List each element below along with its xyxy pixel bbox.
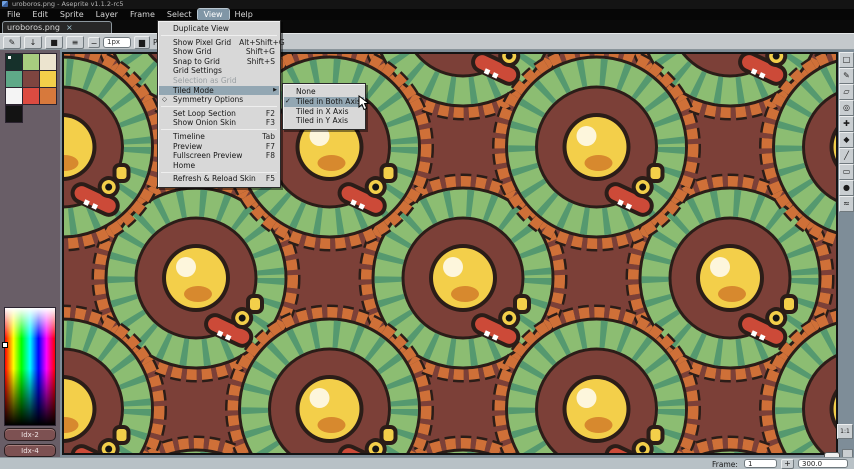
brush-stroke-button[interactable]: ↓ [24,36,42,49]
zoom-tool-icon[interactable]: ◎ [839,100,854,116]
submenu-item-tiled-x-axis[interactable]: Tiled in X Axis [284,107,364,117]
tab-label: uroboros.png [7,23,60,32]
menu-item-refresh-reload-skin[interactable]: Refresh & Reload SkinF5 [159,174,279,184]
submenu-item-tiled-y-axis[interactable]: Tiled in Y Axis [284,116,364,126]
menu-item-show-onion-skin[interactable]: Show Onion SkinF3 [159,118,279,128]
menu-item-show-grid[interactable]: Show GridShift+G [159,47,279,57]
frame-label: Frame: [712,460,738,469]
menu-item-tiled-mode[interactable]: Tiled Mode▶ [159,86,279,96]
palette-swatch[interactable] [6,54,22,70]
menu-view[interactable]: View [198,9,229,20]
rectangular-marquee-tool-icon[interactable]: □ [839,52,854,68]
menu-help[interactable]: Help [229,9,259,20]
menu-layer[interactable]: Layer [90,9,124,20]
move-tool-icon[interactable]: ✚ [839,116,854,132]
brush-size-minus-button[interactable]: − [88,37,100,48]
spectrum-marker[interactable] [3,343,7,347]
submenu-arrow-icon: ▶ [273,86,277,96]
menu-item-home[interactable]: Home [159,161,279,171]
pencil-tool-icon[interactable]: ✎ [839,68,854,84]
palette-swatch[interactable] [40,71,56,87]
frame-duration-input[interactable]: 300.0 [798,459,848,468]
jumble-tool-icon[interactable]: ≈ [839,196,854,212]
ink-stamp-button[interactable]: ▆ [134,36,150,49]
menu-edit[interactable]: Edit [26,9,54,20]
palette-swatch[interactable] [40,54,56,70]
symmetry-icon: ◇ [162,95,167,105]
contour-tool-icon[interactable]: ● [839,180,854,196]
submenu-item-tiled-both-axis[interactable]: ✓Tiled in Both Axis [284,97,364,107]
brush-lines-button[interactable]: ≡ [66,36,84,49]
background-color-button[interactable]: Idx-4 [4,444,56,457]
palette-swatch[interactable] [40,88,56,104]
eraser-tool-icon[interactable]: ▱ [839,84,854,100]
brush-square-button[interactable]: ■ [45,36,63,49]
palette-grid [6,54,56,104]
palette-swatch[interactable] [6,88,22,104]
selected-color-marker [8,56,11,59]
brush-pencil-button[interactable]: ✎ [3,36,21,49]
app-icon [2,1,8,7]
menu-item-fullscreen-preview[interactable]: Fullscreen PreviewF8 [159,151,279,161]
menu-separator [161,106,277,107]
menu-item-set-loop-section[interactable]: Set Loop SectionF2 [159,109,279,119]
color-spectrum-picker[interactable] [5,308,55,425]
menu-item-preview[interactable]: PreviewF7 [159,142,279,152]
left-panel: Idx-2 Idx-4 [0,50,60,457]
frame-number-input[interactable]: 1 [744,459,777,468]
menu-frame[interactable]: Frame [124,9,161,20]
menu-separator [161,129,277,130]
palette-swatch[interactable] [23,71,39,87]
menu-item-timeline[interactable]: TimelineTab [159,132,279,142]
mouse-cursor [358,95,371,115]
menu-item-selection-as-grid: Selection as Grid [159,76,279,86]
submenu-item-none[interactable]: None [284,87,364,97]
paint-bucket-tool-icon[interactable]: ◆ [839,132,854,148]
menu-item-show-pixel-grid[interactable]: Show Pixel GridAlt+Shift+G [159,38,279,48]
check-icon: ✓ [285,97,291,107]
menu-item-symmetry-options[interactable]: ◇Symmetry Options [159,95,279,105]
tab-bar: uroboros.png × [0,20,854,33]
tab-close-icon[interactable]: × [66,24,73,32]
palette-swatch[interactable] [6,71,22,87]
menu-sprite[interactable]: Sprite [54,9,90,20]
tab-uroboros[interactable]: uroboros.png × [2,21,112,33]
palette-swatch[interactable] [23,88,39,104]
add-frame-button[interactable]: + [781,459,794,469]
menu-select[interactable]: Select [161,9,198,20]
view-menu-dropdown: Duplicate View Show Pixel GridAlt+Shift+… [157,20,281,188]
palette-swatch[interactable] [23,54,39,70]
brush-size-input[interactable]: 1px [103,37,131,48]
rectangle-tool-icon[interactable]: ▭ [839,164,854,180]
status-bar: Frame: 1 + 300.0 [0,457,854,469]
menu-bar: File Edit Sprite Layer Frame Select View… [0,9,854,20]
title-bar: uroboros.png - Aseprite v1.1.2-rc5 [0,0,854,9]
foreground-color-button[interactable]: Idx-2 [4,428,56,441]
tiled-mode-submenu: None ✓Tiled in Both Axis Tiled in X Axis… [282,83,366,130]
menu-item-grid-settings[interactable]: Grid Settings [159,66,279,76]
context-bar: ✎ ↓ ■ ≡ − 1px ▆ Pixel-perfect [0,33,854,50]
menu-file[interactable]: File [1,9,26,20]
menu-separator [161,172,277,173]
menu-item-snap-to-grid[interactable]: Snap to GridShift+S [159,57,279,67]
window-title: uroboros.png - Aseprite v1.1.2-rc5 [12,0,124,9]
menu-separator [161,35,277,36]
line-tool-icon[interactable]: ╱ [839,148,854,164]
palette-swatch[interactable] [6,106,22,122]
menu-item-duplicate-view[interactable]: Duplicate View [159,24,279,34]
zoom-1-1-button[interactable]: 1:1 [837,424,853,439]
